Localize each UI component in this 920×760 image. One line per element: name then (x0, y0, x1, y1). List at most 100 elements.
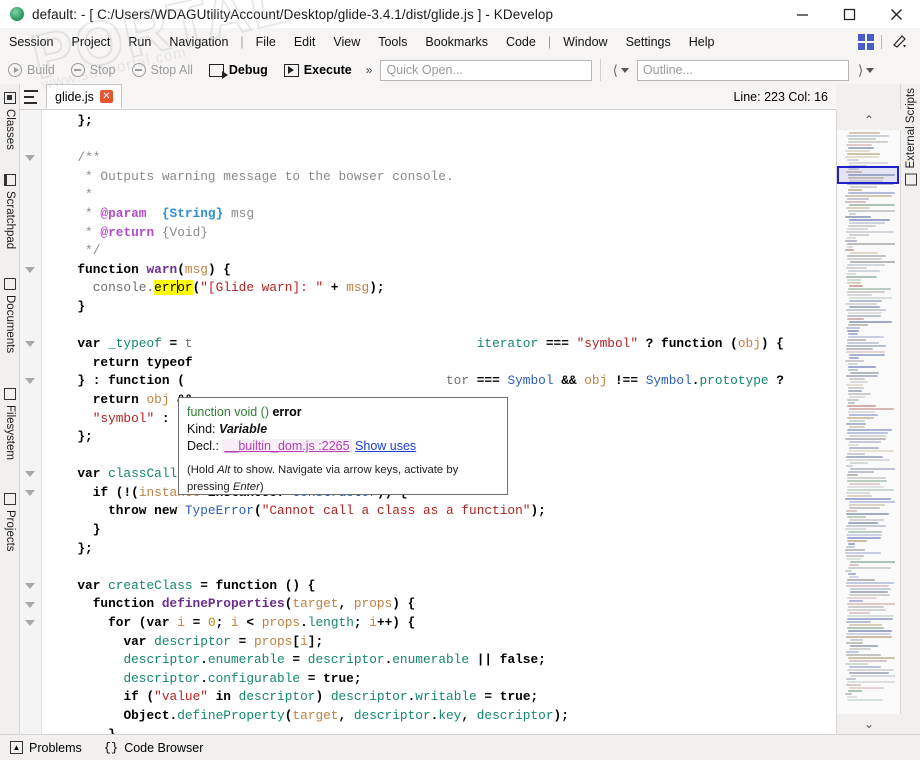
sidebar-item-documents[interactable]: Documents (0, 274, 20, 353)
scroll-down-icon[interactable]: ⌄ (837, 714, 901, 734)
menu-item-tools[interactable]: Tools (369, 31, 416, 53)
minimap-line (849, 435, 887, 437)
menu-item-help[interactable]: Help (680, 31, 724, 53)
menu-item-window[interactable]: Window (554, 31, 616, 53)
menu-item-code[interactable]: Code (497, 31, 545, 53)
minimap-viewport-indicator[interactable] (837, 166, 899, 184)
nav-forward-dropdown-icon[interactable] (866, 68, 874, 73)
close-icon[interactable]: ✕ (100, 90, 113, 103)
minimap-line (846, 351, 885, 353)
minimap-line (845, 249, 854, 251)
minimap-line (849, 420, 865, 422)
edit-tool-icon[interactable] (892, 33, 908, 52)
minimap-line (850, 591, 888, 593)
sidebar-item-classes[interactable]: Classes (0, 88, 20, 150)
quick-open-placeholder: Quick Open... (386, 63, 462, 77)
code-token: console. (93, 280, 154, 295)
menu-item-bookmarks[interactable]: Bookmarks (416, 31, 497, 53)
minimap-line (847, 153, 880, 155)
fold-arrow-icon[interactable] (25, 267, 35, 273)
nav-forward-icon[interactable]: ⟩ (855, 62, 866, 79)
code-token: ( (254, 503, 262, 518)
minimap-line (847, 198, 869, 200)
menu-item-run[interactable]: Run (119, 31, 160, 53)
minimap-line (849, 354, 885, 356)
debug-button[interactable]: Debug (201, 61, 276, 79)
menu-item-project[interactable]: Project (62, 31, 119, 53)
stop-all-button[interactable]: Stop All (124, 61, 201, 79)
code-token (185, 373, 446, 388)
sidebar-item-external-scripts[interactable]: External Scripts (901, 88, 920, 190)
fold-gutter[interactable] (20, 110, 42, 734)
grid-view-icon[interactable] (858, 34, 874, 50)
menu-item-view[interactable]: View (324, 31, 369, 53)
code-token: , (461, 708, 476, 723)
tooltip-decl-line: :2265 (318, 439, 349, 453)
show-uses-link[interactable]: Show uses (355, 439, 416, 453)
nav-back-icon[interactable]: ⟨ (609, 62, 620, 79)
toolbar-overflow-icon[interactable]: » (360, 63, 379, 77)
minimap-line (847, 627, 884, 629)
fold-arrow-icon[interactable] (25, 583, 35, 589)
code-token: createClass (108, 578, 192, 593)
menu-item-navigation[interactable]: Navigation (160, 31, 237, 53)
menu-item-file[interactable]: File (247, 31, 285, 53)
tab-glide-js[interactable]: glide.js ✕ (46, 84, 122, 109)
nav-back-dropdown-icon[interactable] (621, 68, 629, 73)
minimap-line (846, 492, 870, 494)
sidebar-item-scratchpad[interactable]: Scratchpad (0, 170, 20, 249)
scratchpad-icon (4, 174, 16, 186)
execute-button[interactable]: Execute (276, 61, 360, 79)
minimap-line (850, 675, 895, 677)
minimap-line (847, 294, 872, 296)
code-token: = (231, 634, 254, 649)
tooltip-signature: function void () error (187, 404, 499, 421)
minimap-line (845, 240, 857, 242)
fold-arrow-icon[interactable] (25, 602, 35, 608)
minimap-line (846, 273, 856, 275)
sidebar-item-filesystem[interactable]: Filesystem (0, 384, 20, 460)
quick-open-input[interactable]: Quick Open... (380, 60, 592, 81)
code-line: } (42, 521, 836, 540)
maximize-icon[interactable] (826, 0, 873, 28)
minimap-line (848, 471, 874, 473)
fold-arrow-icon[interactable] (25, 490, 35, 496)
minimap-line (849, 564, 859, 566)
minimap-scrollbar[interactable]: ⌃ ⌄ (836, 110, 900, 734)
fold-arrow-icon[interactable] (25, 471, 35, 477)
menu-item-session[interactable]: Session (0, 31, 62, 53)
code-token: 0 (208, 615, 216, 630)
outline-input[interactable]: Outline... (637, 60, 849, 81)
scroll-up-icon[interactable]: ⌃ (837, 110, 901, 130)
minimap-line (847, 159, 859, 161)
minimap-line (848, 336, 884, 338)
minimap-line (848, 366, 876, 368)
minimap-canvas[interactable] (845, 132, 895, 712)
menu-item-edit[interactable]: Edit (285, 31, 325, 53)
code-editor[interactable]: }; /** * Outputs warning message to the … (20, 110, 836, 734)
tab-list-icon[interactable] (24, 90, 40, 104)
minimap-line (847, 579, 875, 581)
tooltip-decl-link[interactable]: __builtin_dom.js :2265 (222, 439, 351, 453)
code-browser-button[interactable]: {} Code Browser (104, 741, 204, 755)
minimap-line (846, 525, 886, 527)
fold-arrow-icon[interactable] (25, 341, 35, 347)
fold-arrow-icon[interactable] (25, 155, 35, 161)
code-token: ; (216, 615, 231, 630)
stop-all-label: Stop All (151, 63, 193, 77)
minimize-icon[interactable] (779, 0, 826, 28)
code-browser-label: Code Browser (124, 741, 203, 755)
problems-button[interactable]: ▲ Problems (10, 741, 82, 755)
tooltip-decl-label: Decl.: (187, 439, 219, 453)
sidebar-item-projects[interactable]: Projects (0, 489, 20, 552)
code-token: obj (738, 336, 761, 351)
code-token: descriptor (354, 708, 431, 723)
stop-button[interactable]: Stop (63, 61, 124, 79)
code-token: = (300, 671, 323, 686)
fold-arrow-icon[interactable] (25, 378, 35, 384)
menu-item-settings[interactable]: Settings (617, 31, 680, 53)
fold-arrow-icon[interactable] (25, 620, 35, 626)
code-token: "Cannot call a class as a function" (262, 503, 531, 518)
build-button[interactable]: Build (0, 61, 63, 79)
close-icon[interactable] (873, 0, 920, 28)
